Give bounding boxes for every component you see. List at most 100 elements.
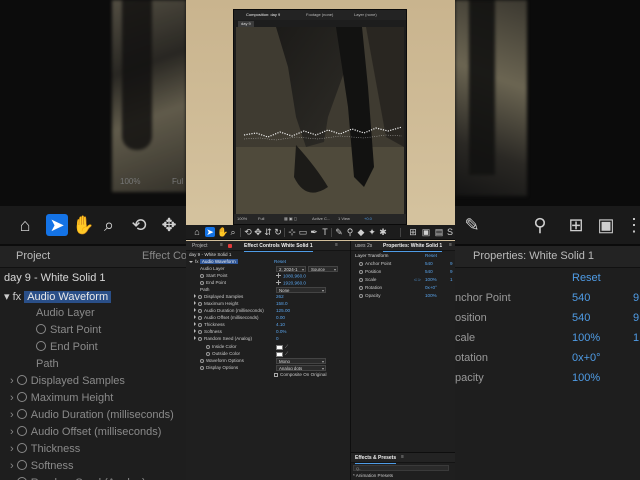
stopwatch-icon[interactable] (200, 358, 204, 363)
twirl-open-icon[interactable] (189, 260, 193, 263)
stopwatch-icon[interactable] (206, 344, 210, 349)
stopwatch-icon[interactable] (200, 365, 204, 370)
eraser-tool-icon[interactable]: ◆ (356, 227, 366, 237)
composite-checkbox[interactable] (274, 372, 278, 377)
tab-project[interactable]: Project (192, 243, 208, 249)
constrain-link-icon[interactable]: ⊂⊃ (414, 277, 421, 283)
transform-value[interactable]: 540 (425, 269, 433, 275)
type-tool-icon[interactable]: T (320, 227, 330, 237)
dolly-tool-icon[interactable]: ⇵ (263, 227, 273, 237)
twirl-icon[interactable] (194, 329, 196, 333)
grid-icon[interactable]: ▣ (421, 227, 431, 237)
monitor-resolution[interactable]: Full (258, 216, 264, 221)
home-icon[interactable]: ⌂ (192, 227, 202, 237)
zoom-tool-icon[interactable]: ⌕ (228, 227, 238, 237)
puppet-pin-icon[interactable]: ✱ (378, 227, 388, 237)
stopwatch-icon[interactable] (359, 261, 363, 266)
param-value[interactable]: 0 (276, 336, 279, 342)
effects-search-input[interactable]: Q- (353, 465, 449, 471)
transform-value-2[interactable]: 9 (450, 269, 453, 275)
menu-icon[interactable]: ≡ (335, 242, 338, 248)
menu-icon[interactable]: ≡ (220, 242, 223, 248)
stopwatch-icon[interactable] (200, 273, 204, 278)
monitor-exposure[interactable]: +0.0 (364, 216, 372, 221)
stopwatch-icon[interactable] (198, 329, 202, 334)
stopwatch-icon[interactable] (200, 280, 204, 285)
twirl-icon[interactable] (194, 322, 196, 326)
reset-link[interactable]: Reset (274, 259, 286, 265)
stopwatch-icon[interactable] (198, 301, 202, 306)
display-options-select[interactable]: Analog dots (276, 365, 326, 371)
pen-tool-icon[interactable]: ✒ (309, 227, 319, 237)
snap-icon[interactable]: ▤ (434, 227, 444, 237)
stopwatch-icon[interactable] (198, 336, 202, 341)
transform-value-2[interactable]: 1 (450, 277, 453, 283)
inside-color-swatch[interactable] (276, 344, 283, 350)
tab-effects-presets[interactable]: Effects & Presets (355, 455, 397, 464)
outside-color-swatch[interactable] (276, 351, 283, 357)
twirl-icon[interactable] (194, 315, 196, 319)
stopwatch-icon[interactable] (206, 351, 210, 356)
stopwatch-icon[interactable] (198, 294, 202, 299)
end-point-value[interactable]: 1920,960.0 (276, 280, 306, 287)
tab-uses[interactable]: uses 2s (355, 243, 372, 249)
orbit-tool-icon[interactable]: ⟲ (243, 227, 253, 237)
crosshair-icon[interactable] (276, 273, 281, 278)
twirl-icon[interactable] (194, 301, 196, 305)
selection-tool-icon[interactable]: ➤ (205, 227, 215, 237)
tab-effect-controls[interactable]: Effect Controls White Solid 1 (244, 243, 313, 252)
roto-brush-icon[interactable]: ✦ (367, 227, 377, 237)
audio-source-select[interactable]: Source (308, 266, 338, 272)
rectangle-tool-icon[interactable]: ▭ (298, 227, 308, 237)
tab-layer[interactable]: Layer (none) (354, 12, 377, 17)
path-select[interactable]: None (276, 287, 326, 293)
brush-tool-icon[interactable]: ✎ (334, 227, 344, 237)
param-value[interactable]: 0.0% (276, 329, 286, 335)
stopwatch-icon[interactable] (198, 315, 202, 320)
anchor-tool-icon[interactable]: ⊹ (287, 227, 297, 237)
eyedropper-icon[interactable]: ⟋ (285, 351, 288, 357)
transform-value[interactable]: 540 (425, 261, 433, 267)
stopwatch-icon[interactable] (359, 285, 363, 290)
effect-header[interactable]: fx Audio Waveform (189, 259, 238, 265)
monitor-camera[interactable]: Active C... (312, 216, 330, 221)
tab-composition[interactable]: Composition: day 9 (246, 12, 280, 17)
start-point-value[interactable]: 1080,960.0 (276, 273, 306, 280)
transform-reset-link[interactable]: Reset (425, 253, 437, 259)
monitor-views[interactable]: 1 View (338, 216, 350, 221)
menu-icon[interactable]: ≡ (449, 242, 452, 248)
transform-value-2[interactable]: 9 (450, 261, 453, 267)
stopwatch-icon[interactable] (359, 277, 363, 282)
start-point-number[interactable]: 1080,960.0 (283, 274, 306, 279)
transform-value[interactable]: 100% (425, 277, 437, 283)
pan-behind-icon[interactable]: ✥ (253, 227, 263, 237)
animation-presets-item[interactable]: * Animation Presets (353, 473, 393, 479)
transform-value[interactable]: 0x+0° (425, 285, 437, 291)
twirl-icon[interactable] (194, 294, 196, 298)
align-icon[interactable]: ⊞ (408, 227, 418, 237)
menu-icon[interactable]: ≡ (401, 454, 404, 460)
crosshair-icon[interactable] (276, 280, 281, 285)
stopwatch-icon[interactable] (359, 269, 363, 274)
eyedropper-icon[interactable]: ⟋ (285, 344, 288, 350)
clone-stamp-icon[interactable]: ⚲ (345, 227, 355, 237)
stopwatch-icon[interactable] (198, 322, 202, 327)
rotate-tool-icon[interactable]: ↻ (273, 227, 283, 237)
tab-properties[interactable]: Properties: White Solid 1 (383, 243, 443, 252)
monitor-grid-icon[interactable]: ▦ ▣ ◻ (284, 216, 297, 221)
param-value[interactable]: 0.00 (276, 315, 285, 321)
composition-viewer[interactable] (236, 27, 404, 214)
twirl-icon[interactable] (194, 336, 196, 340)
param-value[interactable]: 262 (276, 294, 284, 300)
close-icon[interactable] (228, 244, 232, 248)
composite-on-original[interactable]: Composite On Original (274, 372, 326, 378)
param-value[interactable]: 158.0 (276, 301, 288, 307)
workspace-icon[interactable]: S (445, 227, 455, 237)
transform-value[interactable]: 100% (425, 293, 437, 299)
param-value[interactable]: 125.00 (276, 308, 290, 314)
twirl-icon[interactable] (194, 308, 196, 312)
hand-tool-icon[interactable]: ✋ (217, 227, 228, 237)
stopwatch-icon[interactable] (198, 308, 202, 313)
param-value[interactable]: 4.10 (276, 322, 285, 328)
end-point-number[interactable]: 1920,960.0 (283, 281, 306, 286)
